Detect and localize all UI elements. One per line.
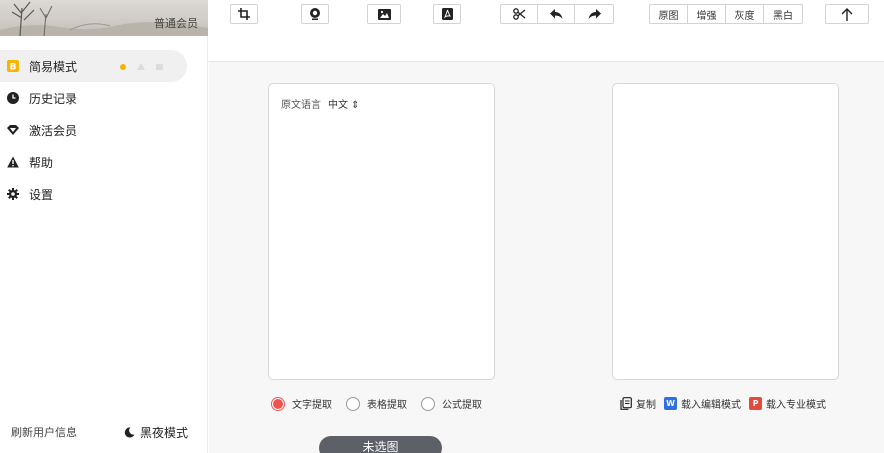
image-filter-group: 原图 增强 灰度 黑白 — [649, 4, 803, 24]
load-pro-mode-button[interactable]: P 载入专业模式 — [749, 396, 826, 411]
upload-icon — [841, 7, 853, 21]
load-pro-mode-label: 载入专业模式 — [766, 400, 826, 411]
user-banner: 普通会员 — [0, 0, 208, 36]
moon-icon — [124, 427, 135, 438]
sidebar-item-label: 简易模式 — [29, 59, 78, 74]
no-image-selected-button[interactable]: 未选图 — [319, 436, 442, 453]
night-mode-toggle[interactable]: 黑夜模式 — [124, 424, 188, 441]
upload-button[interactable] — [825, 4, 869, 24]
result-actions: 复制 W 载入编辑模式 P 载入专业模式 — [620, 396, 834, 411]
radio-label: 文字提取 — [292, 400, 332, 411]
extract-mode-options: 文字提取 表格提取 公式提取 — [271, 396, 496, 411]
pdf-button[interactable] — [433, 4, 461, 24]
sidebar-item-help[interactable]: 帮助 — [0, 146, 208, 178]
filter-original-button[interactable]: 原图 — [650, 5, 688, 23]
sidebar-item-history[interactable]: 历史记录 — [0, 82, 208, 114]
result-text-panel[interactable] — [612, 83, 839, 380]
filter-enhance-button[interactable]: 增强 — [688, 5, 726, 23]
image-icon — [377, 8, 391, 20]
pdf-icon — [441, 8, 453, 20]
radio-formula-extract[interactable]: 公式提取 — [421, 396, 482, 411]
mode-indicator-dots — [120, 63, 163, 70]
sidebar-item-label: 历史记录 — [29, 91, 78, 106]
triangle-indicator-icon — [137, 63, 145, 70]
radio-text-extract[interactable]: 文字提取 — [271, 396, 332, 411]
source-language-label: 原文语言 — [281, 100, 321, 111]
redo-icon — [588, 8, 601, 19]
svg-text:B: B — [10, 63, 17, 73]
radio-label: 表格提取 — [367, 400, 407, 411]
undo-icon — [549, 8, 562, 19]
copy-button[interactable]: 复制 — [620, 396, 656, 411]
camera-button[interactable] — [301, 4, 329, 24]
crop-icon — [238, 8, 250, 20]
diamond-icon — [7, 124, 19, 136]
crop-button[interactable] — [230, 4, 258, 24]
redo-button[interactable] — [575, 5, 613, 23]
circle-indicator-icon — [120, 63, 126, 70]
toolbar: 原图 增强 灰度 黑白 — [208, 0, 884, 62]
member-level-label: 普通会员 — [154, 17, 198, 30]
copy-label: 复制 — [636, 400, 656, 411]
sidebar-item-settings[interactable]: 设置 — [0, 178, 208, 210]
radio-selected-icon — [271, 396, 285, 411]
warning-icon — [7, 156, 19, 168]
load-edit-mode-label: 载入编辑模式 — [681, 400, 741, 411]
scissors-icon — [512, 8, 525, 20]
camera-icon — [310, 8, 320, 20]
sidebar-item-label: 帮助 — [29, 155, 54, 170]
undo-button[interactable] — [538, 5, 575, 23]
radio-label: 公式提取 — [442, 400, 482, 411]
square-indicator-icon — [156, 63, 163, 70]
source-language-select[interactable]: 中文 ⇕ — [328, 96, 360, 111]
clock-icon — [7, 92, 19, 104]
sidebar-nav: B 简易模式 历史记录 激活会员 帮助 设置 — [0, 50, 208, 210]
night-mode-label: 黑夜模式 — [140, 426, 189, 440]
source-text-panel[interactable]: 原文语言 中文 ⇕ — [268, 83, 495, 380]
filter-blackwhite-button[interactable]: 黑白 — [764, 5, 802, 23]
refresh-user-info-link[interactable]: 刷新用户信息 — [11, 424, 77, 440]
sidebar-item-label: 激活会员 — [29, 123, 78, 138]
cut-button[interactable] — [501, 5, 538, 23]
sidebar-item-activate-member[interactable]: 激活会员 — [0, 114, 208, 146]
radio-unselected-icon — [346, 396, 360, 411]
ppt-icon: P — [749, 397, 762, 410]
sidebar: 普通会员 B 简易模式 历史记录 激活会员 帮助 设置 刷新用户信息 黑夜模式 — [0, 0, 208, 453]
copy-icon — [620, 397, 632, 410]
edit-actions-group — [500, 4, 614, 24]
simple-mode-icon: B — [7, 60, 19, 72]
sidebar-item-simple-mode[interactable]: B 简易模式 — [0, 50, 187, 82]
source-language-row: 原文语言 中文 ⇕ — [281, 96, 360, 111]
image-button[interactable] — [367, 4, 401, 24]
main-area: 原文语言 中文 ⇕ 文字提取 表格提取 公式提取 复制 W 载入编辑模式 P 载… — [209, 62, 884, 453]
radio-table-extract[interactable]: 表格提取 — [346, 396, 407, 411]
sidebar-item-label: 设置 — [29, 187, 54, 202]
load-edit-mode-button[interactable]: W 载入编辑模式 — [664, 396, 741, 411]
word-icon: W — [664, 397, 677, 410]
gear-icon — [7, 188, 19, 200]
filter-grayscale-button[interactable]: 灰度 — [726, 5, 764, 23]
radio-unselected-icon — [421, 396, 435, 411]
